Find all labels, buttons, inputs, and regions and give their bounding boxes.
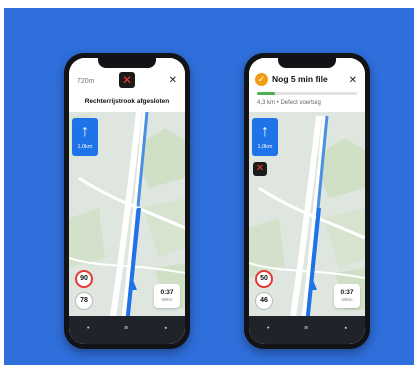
phone-notch <box>278 58 336 68</box>
eta-remaining: 59km <box>161 297 173 302</box>
alert-distance: 720m <box>77 78 95 85</box>
nav-menu-icon[interactable]: ≡ <box>304 325 308 332</box>
nav-dot-icon[interactable]: • <box>267 325 269 332</box>
phone-right: ✓ Nog 5 min file ✕ 4,3 km • Defect voert… <box>244 53 370 349</box>
speed-limit-sign: 90 <box>75 270 93 288</box>
nav-dot-icon[interactable]: • <box>87 325 89 332</box>
navigation-screen: ✓ Nog 5 min file ✕ 4,3 km • Defect voert… <box>249 58 365 344</box>
current-speed: 46 <box>255 292 273 310</box>
turn-instruction-card[interactable]: ↑ 1,0km <box>72 118 98 156</box>
navigation-screen: 720m ✕ ✕ Rechterrijstrook afgesloten ↑ 1… <box>69 58 185 344</box>
current-speed: 78 <box>75 292 93 310</box>
road-closed-icon: ✕ <box>119 72 135 88</box>
straight-arrow-icon: ↑ <box>81 123 89 140</box>
promo-background: 720m ✕ ✕ Rechterrijstrook afgesloten ↑ 1… <box>4 8 414 365</box>
report-incident-button[interactable]: ✕ <box>253 162 267 176</box>
eta-box[interactable]: 0:37 59km <box>154 284 180 308</box>
close-icon[interactable]: ✕ <box>169 76 177 86</box>
traffic-subtitle: 4,3 km • Defect voertuig <box>257 100 321 106</box>
straight-arrow-icon: ↑ <box>261 123 269 140</box>
eta-remaining: 59km <box>341 297 353 302</box>
eta-box[interactable]: 0:37 59km <box>334 284 360 308</box>
turn-instruction-card[interactable]: ↑ 1,0km <box>252 118 278 156</box>
phone-left: 720m ✕ ✕ Rechterrijstrook afgesloten ↑ 1… <box>64 53 190 349</box>
turn-distance: 1,0km <box>77 144 93 150</box>
nav-square-icon[interactable]: ▪ <box>165 325 167 332</box>
bottom-nav-bar: • ≡ ▪ <box>69 316 185 344</box>
eta-time: 0:37 <box>160 289 174 296</box>
speed-limit-sign: 50 <box>255 270 273 288</box>
traffic-icon: ✓ <box>255 73 268 86</box>
eta-time: 0:37 <box>340 289 354 296</box>
bottom-nav-bar: • ≡ ▪ <box>249 316 365 344</box>
turn-distance: 1,0km <box>257 144 273 150</box>
nav-square-icon[interactable]: ▪ <box>345 325 347 332</box>
alert-title: Rechterrijstrook afgesloten <box>84 98 170 105</box>
phone-notch <box>98 58 156 68</box>
traffic-progress-fill <box>257 92 275 95</box>
traffic-title: Nog 5 min file <box>272 74 328 84</box>
nav-menu-icon[interactable]: ≡ <box>124 325 128 332</box>
traffic-progress <box>257 92 357 95</box>
close-icon[interactable]: ✕ <box>349 76 357 86</box>
